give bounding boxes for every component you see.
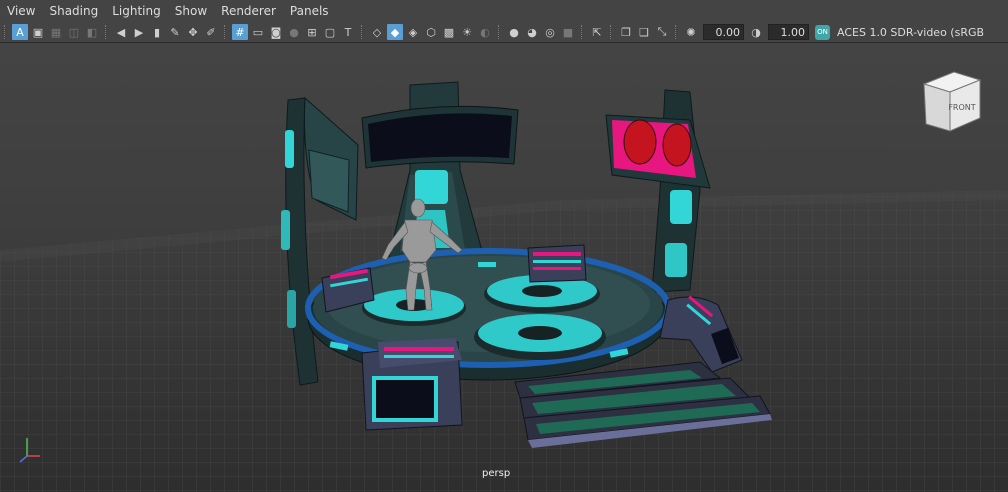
field-chart-icon[interactable]: ⊞ [304,24,320,40]
xray-joints-icon[interactable]: ❏ [636,24,652,40]
safe-action-icon[interactable]: ▢ [322,24,338,40]
toolbar-separator [361,25,364,39]
color-management-icon[interactable]: ON [815,24,830,40]
exposure-field[interactable]: 0.00 [703,24,744,40]
ambient-occlusion-icon[interactable]: ● [506,24,522,40]
view-cube-face-label[interactable]: FRONT [948,103,975,112]
xray-icon[interactable]: ❐ [618,24,634,40]
menu-renderer[interactable]: Renderer [214,0,283,22]
menu-shading[interactable]: Shading [42,0,105,22]
gate-mask-icon[interactable]: ● [286,24,302,40]
isolate-icon[interactable]: ⇱ [589,24,605,40]
image-plane-icon[interactable]: ✎ [167,24,183,40]
lights-icon[interactable]: ☀ [459,24,475,40]
film-gate-icon[interactable]: ▭ [250,24,266,40]
exposure-icon[interactable]: ✺ [683,24,699,40]
grid-icon[interactable]: # [232,24,248,40]
point-snap-icon[interactable]: ◧ [84,24,100,40]
camera-attributes-icon[interactable]: ◀ [113,24,129,40]
viewport-menu-bar: View Shading Lighting Show Renderer Pane… [0,0,1008,22]
xray-components-icon[interactable]: ⤡ [654,24,670,40]
select-tool-icon[interactable]: ▣ [30,24,46,40]
shadows-icon[interactable]: ◐ [477,24,493,40]
console-front-left[interactable] [361,338,463,431]
depth-of-field-icon[interactable]: ■ [560,24,576,40]
anti-aliasing-icon[interactable]: ◎ [542,24,558,40]
two-d-pan-icon[interactable]: ✥ [185,24,201,40]
resolution-gate-icon[interactable]: ◙ [268,24,284,40]
toolbar-separator [4,25,7,39]
toolbar-separator [610,25,613,39]
lock-camera-icon[interactable]: ▶ [131,24,147,40]
wireframe-icon[interactable]: ◇ [369,24,385,40]
menu-panels[interactable]: Panels [283,0,336,22]
toolbar-separator [105,25,108,39]
viewport-toolbar: A ▣ ▦ ◫ ◧ ◀ ▶ ▮ ✎ ✥ ✐ # ▭ ◙ ● ⊞ ▢ T ◇ ◆ … [0,22,1008,43]
grease-pencil-icon[interactable]: ✐ [203,24,219,40]
menu-view[interactable]: View [0,0,42,22]
toolbar-separator [498,25,501,39]
toolbar-separator [675,25,678,39]
bookmark-icon[interactable]: ▮ [149,24,165,40]
toolbar-separator [224,25,227,39]
curve-snap-icon[interactable]: ◫ [66,24,82,40]
camera-name-label: persp [482,468,511,479]
view-cube[interactable]: FRONT [922,71,982,132]
wireframe-on-shaded-icon[interactable]: ◈ [405,24,421,40]
menu-lighting[interactable]: Lighting [105,0,168,22]
perspective-viewport[interactable]: FRONT [0,43,1008,492]
gamma-field[interactable]: 1.00 [768,24,809,40]
gamma-icon[interactable]: ◑ [748,24,764,40]
smooth-shade-icon[interactable]: ◆ [387,24,403,40]
default-material-icon[interactable]: ⬡ [423,24,439,40]
color-space-label[interactable]: ACES 1.0 SDR-video (sRGB [837,26,984,39]
menu-show[interactable]: Show [168,0,214,22]
console-back-right[interactable] [527,244,587,283]
toolbar-separator [581,25,584,39]
motion-blur-icon[interactable]: ◕ [524,24,540,40]
grid-snap-icon[interactable]: ▦ [48,24,64,40]
select-camera-icon[interactable]: A [12,24,28,40]
textured-icon[interactable]: ▩ [441,24,457,40]
safe-title-icon[interactable]: T [340,24,356,40]
